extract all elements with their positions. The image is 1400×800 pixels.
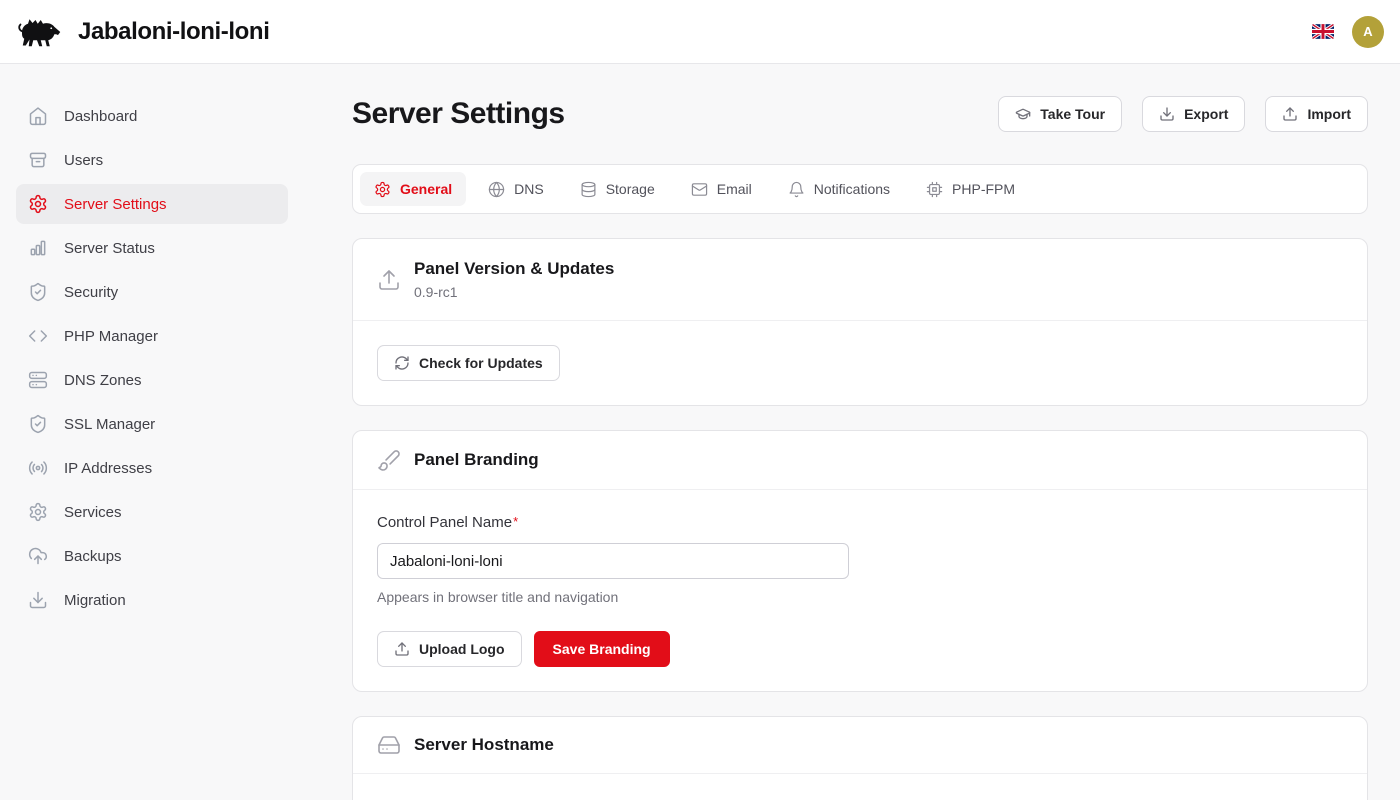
sidebar-item-dashboard[interactable]: Dashboard <box>16 96 288 136</box>
sidebar-item-label: Server Status <box>64 240 155 257</box>
sidebar-item-label: Backups <box>64 548 122 565</box>
code-icon <box>28 326 48 346</box>
sidebar-item-migration[interactable]: Migration <box>16 580 288 620</box>
card-title: Server Hostname <box>414 735 554 755</box>
upload-icon <box>394 641 410 657</box>
settings-tabs: General DNS Storage Email Notifications … <box>352 164 1368 214</box>
globe-icon <box>488 181 505 198</box>
sidebar-item-dns-zones[interactable]: DNS Zones <box>16 360 288 400</box>
download-icon <box>28 590 48 610</box>
tab-notifications[interactable]: Notifications <box>774 172 904 206</box>
sidebar-item-label: Dashboard <box>64 108 137 125</box>
download-icon <box>1159 106 1175 122</box>
tab-php-fpm[interactable]: PHP-FPM <box>912 172 1029 206</box>
panel-branding-card: Panel Branding Control Panel Name* Appea… <box>352 430 1368 692</box>
shield-check-icon <box>28 282 48 302</box>
upload-logo-button[interactable]: Upload Logo <box>377 631 522 667</box>
paintbrush-icon <box>377 448 401 472</box>
hard-drive-icon <box>377 733 401 757</box>
top-bar: Jabaloni-loni-loni A <box>0 0 1400 64</box>
sidebar-item-server-settings[interactable]: Server Settings <box>16 184 288 224</box>
shield-check-icon <box>28 414 48 434</box>
sidebar: Dashboard Users Server Settings Server S… <box>0 64 304 800</box>
bell-icon <box>788 181 805 198</box>
field-helper-text: Appears in browser title and navigation <box>377 589 1343 605</box>
required-asterisk: * <box>513 514 518 529</box>
tab-storage[interactable]: Storage <box>566 172 669 206</box>
tab-general[interactable]: General <box>360 172 466 206</box>
take-tour-button[interactable]: Take Tour <box>998 96 1122 132</box>
tab-dns[interactable]: DNS <box>474 172 558 206</box>
import-button[interactable]: Import <box>1265 96 1368 132</box>
sidebar-item-label: DNS Zones <box>64 372 142 389</box>
sidebar-item-label: Server Settings <box>64 196 167 213</box>
sidebar-item-ssl-manager[interactable]: SSL Manager <box>16 404 288 444</box>
gear-icon <box>374 181 391 198</box>
check-for-updates-button[interactable]: Check for Updates <box>377 345 560 381</box>
control-panel-name-label: Control Panel Name* <box>377 514 518 531</box>
gear-icon <box>28 194 48 214</box>
boar-logo-icon <box>16 14 64 50</box>
sidebar-item-label: SSL Manager <box>64 416 155 433</box>
sidebar-item-label: PHP Manager <box>64 328 158 345</box>
sidebar-item-label: Services <box>64 504 122 521</box>
cloud-upload-icon <box>28 546 48 566</box>
brand[interactable]: Jabaloni-loni-loni <box>16 14 269 50</box>
refresh-icon <box>394 355 410 371</box>
card-title: Panel Version & Updates <box>414 259 614 279</box>
server-icon <box>28 370 48 390</box>
export-button[interactable]: Export <box>1142 96 1245 132</box>
sidebar-item-backups[interactable]: Backups <box>16 536 288 576</box>
home-icon <box>28 106 48 126</box>
gear-icon <box>28 502 48 522</box>
server-hostname-card: Server Hostname Hostname* <box>352 716 1368 800</box>
save-branding-button[interactable]: Save Branding <box>534 631 670 667</box>
current-version: 0.9-rc1 <box>414 284 614 300</box>
brand-title: Jabaloni-loni-loni <box>78 18 269 46</box>
cpu-icon <box>926 181 943 198</box>
sidebar-item-users[interactable]: Users <box>16 140 288 180</box>
control-panel-name-input[interactable] <box>377 543 849 579</box>
upload-icon <box>377 268 401 292</box>
database-icon <box>580 181 597 198</box>
graduation-cap-icon <box>1015 106 1031 122</box>
sidebar-item-label: Security <box>64 284 118 301</box>
sidebar-item-services[interactable]: Services <box>16 492 288 532</box>
sidebar-item-security[interactable]: Security <box>16 272 288 312</box>
panel-version-card: Panel Version & Updates 0.9-rc1 Check fo… <box>352 238 1368 406</box>
sidebar-item-label: IP Addresses <box>64 460 152 477</box>
sidebar-item-server-status[interactable]: Server Status <box>16 228 288 268</box>
uk-flag-language-icon[interactable] <box>1312 24 1334 39</box>
upload-icon <box>1282 106 1298 122</box>
sidebar-item-label: Migration <box>64 592 126 609</box>
sidebar-item-ip-addresses[interactable]: IP Addresses <box>16 448 288 488</box>
page-title: Server Settings <box>352 97 565 131</box>
sidebar-item-label: Users <box>64 152 103 169</box>
main-content: Server Settings Take Tour Export Import <box>304 64 1400 800</box>
bar-chart-icon <box>28 238 48 258</box>
radio-icon <box>28 458 48 478</box>
mail-icon <box>691 181 708 198</box>
card-title: Panel Branding <box>414 450 539 470</box>
archive-icon <box>28 150 48 170</box>
tab-email[interactable]: Email <box>677 172 766 206</box>
user-avatar[interactable]: A <box>1352 16 1384 48</box>
sidebar-item-php-manager[interactable]: PHP Manager <box>16 316 288 356</box>
